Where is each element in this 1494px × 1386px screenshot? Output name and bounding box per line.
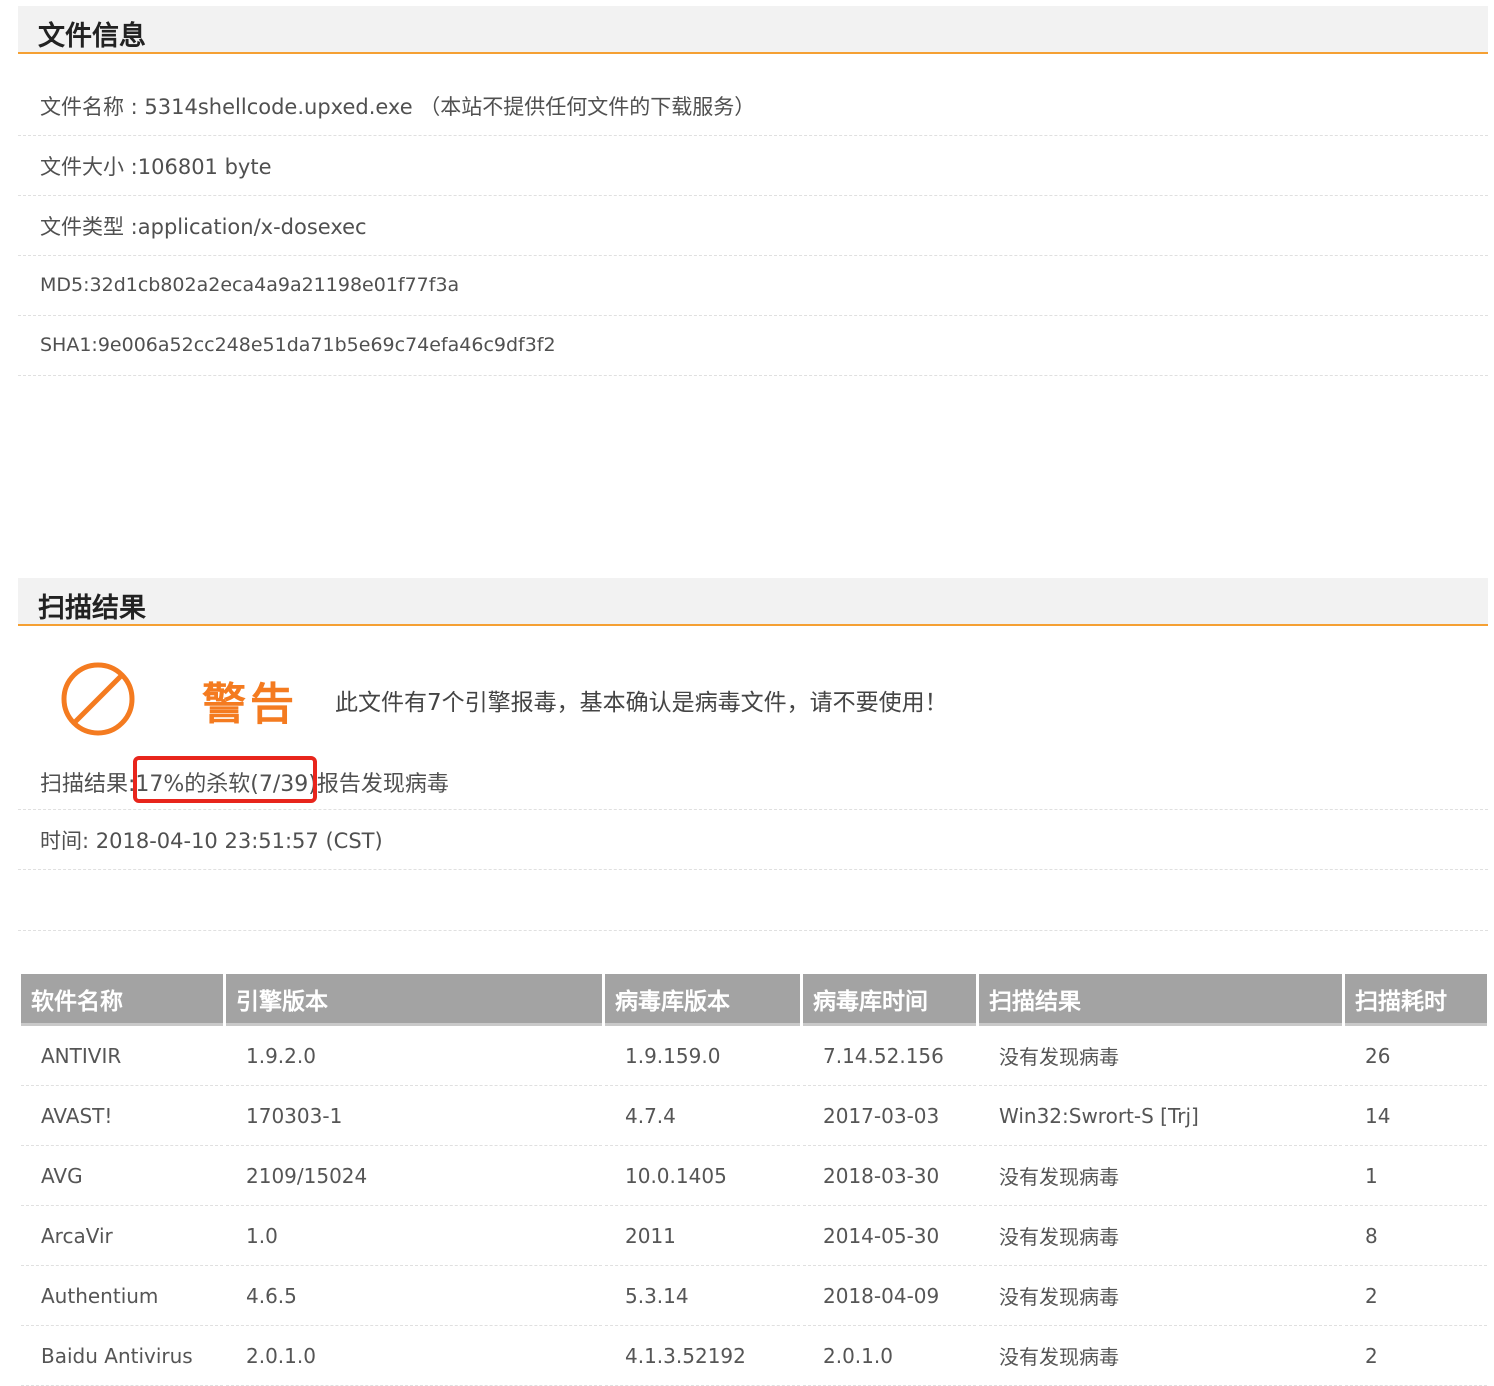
table-header-row: 软件名称 引擎版本 病毒库版本 病毒库时间 扫描结果 扫描耗时 (21, 974, 1487, 1026)
file-size: 文件大小 :106801 byte (40, 155, 272, 179)
db-time: 2014-05-30 (803, 1206, 976, 1266)
engine-name: Authentium (21, 1266, 223, 1326)
scan-time: 时间: 2018-04-10 23:51:57 (CST) (40, 829, 383, 853)
scan-duration: 26 (1345, 1026, 1487, 1086)
file-info-header: 文件信息 (18, 6, 1488, 54)
file-type-row: 文件类型 :application/x-dosexec (18, 196, 1488, 256)
scan-results-table: 软件名称 引擎版本 病毒库版本 病毒库时间 扫描结果 扫描耗时 ANTIVIR … (18, 974, 1490, 1386)
detection-ratio-highlight (133, 756, 317, 803)
engine-version: 4.6.5 (226, 1266, 602, 1326)
table-row: ArcaVir 1.0 2011 2014-05-30 没有发现病毒 8 (21, 1206, 1487, 1266)
sha1-hash: SHA1:9e006a52cc248e51da71b5e69c74efa46c9… (40, 334, 556, 356)
db-time: 2018-04-09 (803, 1266, 976, 1326)
scan-result: 没有发现病毒 (979, 1026, 1342, 1086)
file-info-title: 文件信息 (38, 21, 146, 52)
scan-header: 扫描结果 (18, 578, 1488, 626)
scan-title: 扫描结果 (38, 593, 146, 624)
sha1-row: SHA1:9e006a52cc248e51da71b5e69c74efa46c9… (18, 316, 1488, 376)
table-row: AVAST! 170303-1 4.7.4 2017-03-03 Win32:S… (21, 1086, 1487, 1146)
md5-hash: MD5:32d1cb802a2eca4a9a21198e01f77f3a (40, 274, 460, 296)
scan-result: 没有发现病毒 (979, 1266, 1342, 1326)
engine-version: 170303-1 (226, 1086, 602, 1146)
engine-name: AVG (21, 1146, 223, 1206)
db-time: 2018-03-30 (803, 1146, 976, 1206)
md5-row: MD5:32d1cb802a2eca4a9a21198e01f77f3a (18, 256, 1488, 316)
db-version: 10.0.1405 (605, 1146, 800, 1206)
db-time: 7.14.52.156 (803, 1026, 976, 1086)
scan-duration: 2 (1345, 1326, 1487, 1386)
col-scan-result: 扫描结果 (979, 974, 1342, 1026)
warning-message: 此文件有7个引擎报毒，基本确认是病毒文件，请不要使用！ (335, 690, 948, 716)
engine-name: ANTIVIR (21, 1026, 223, 1086)
col-engine-version: 引擎版本 (226, 974, 602, 1026)
db-time: 2.0.1.0 (803, 1326, 976, 1386)
scan-result: 没有发现病毒 (979, 1146, 1342, 1206)
col-db-time: 病毒库时间 (803, 974, 976, 1026)
engine-name: ArcaVir (21, 1206, 223, 1266)
db-version: 2011 (605, 1206, 800, 1266)
db-time: 2017-03-03 (803, 1086, 976, 1146)
scan-result: 没有发现病毒 (979, 1206, 1342, 1266)
db-version: 1.9.159.0 (605, 1026, 800, 1086)
scan-result: 没有发现病毒 (979, 1326, 1342, 1386)
scan-time-row: 时间: 2018-04-10 23:51:57 (CST) (18, 810, 1488, 870)
db-version: 5.3.14 (605, 1266, 800, 1326)
scan-duration: 8 (1345, 1206, 1487, 1266)
file-type: 文件类型 :application/x-dosexec (40, 215, 367, 239)
scan-duration: 1 (1345, 1146, 1487, 1206)
table-row: Authentium 4.6.5 5.3.14 2018-04-09 没有发现病… (21, 1266, 1487, 1326)
table-row: Baidu Antivirus 2.0.1.0 4.1.3.52192 2.0.… (21, 1326, 1487, 1386)
engine-name: Baidu Antivirus (21, 1326, 223, 1386)
file-size-row: 文件大小 :106801 byte (18, 136, 1488, 196)
col-scan-duration: 扫描耗时 (1345, 974, 1487, 1026)
db-version: 4.1.3.52192 (605, 1326, 800, 1386)
engine-version: 1.0 (226, 1206, 602, 1266)
file-name-row: 文件名称 : 5314shellcode.upxed.exe （本站不提供任何文… (18, 76, 1488, 136)
engine-version: 2.0.1.0 (226, 1326, 602, 1386)
table-row: ANTIVIR 1.9.2.0 1.9.159.0 7.14.52.156 没有… (21, 1026, 1487, 1086)
engine-version: 1.9.2.0 (226, 1026, 602, 1086)
scan-duration: 14 (1345, 1086, 1487, 1146)
table-row: AVG 2109/15024 10.0.1405 2018-03-30 没有发现… (21, 1146, 1487, 1206)
divider (18, 930, 1488, 931)
scan-result: Win32:Swrort-S [Trj] (979, 1086, 1342, 1146)
scan-duration: 2 (1345, 1266, 1487, 1326)
col-db-version: 病毒库版本 (605, 974, 800, 1026)
col-software-name: 软件名称 (21, 974, 223, 1026)
file-name: 文件名称 : 5314shellcode.upxed.exe （本站不提供任何文… (40, 95, 756, 119)
engine-version: 2109/15024 (226, 1146, 602, 1206)
warning-title: 警告 (202, 679, 298, 730)
prohibited-icon (61, 662, 135, 736)
db-version: 4.7.4 (605, 1086, 800, 1146)
engine-name: AVAST! (21, 1086, 223, 1146)
